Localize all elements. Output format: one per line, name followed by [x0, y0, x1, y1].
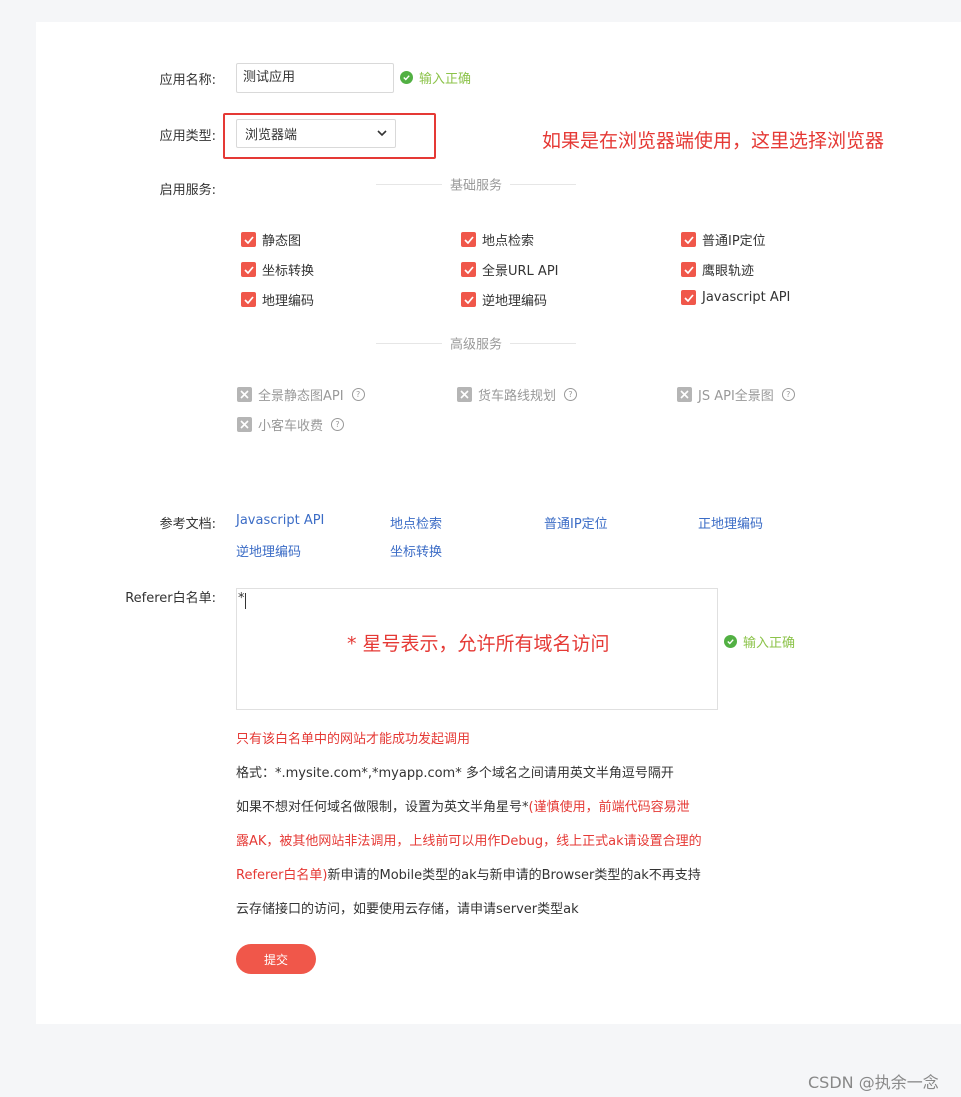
service-checkbox[interactable]: 鹰眼轨迹: [681, 260, 754, 279]
advanced-service-label: 小客车收费: [258, 419, 324, 434]
referer-note-6: 云存储接口的访问，如要使用云存储，请申请server类型ak: [236, 902, 579, 917]
help-icon[interactable]: ?: [351, 388, 365, 401]
app-name-status: 输入正确: [400, 68, 471, 87]
doc-link[interactable]: 逆地理编码: [236, 541, 301, 560]
service-checkbox[interactable]: Javascript API: [681, 290, 790, 305]
doc-link[interactable]: 正地理编码: [698, 513, 763, 532]
form-card: 应用名称: 测试应用 输入正确 应用类型: 浏览器端 如果是在浏览器端使用，这里…: [36, 22, 961, 1024]
app-type-value: 浏览器端: [245, 128, 298, 143]
app-name-input[interactable]: 测试应用: [236, 63, 394, 93]
advanced-service-item: 全景静态图API ?: [237, 385, 365, 404]
help-icon[interactable]: ?: [564, 388, 578, 401]
service-label: 全景URL API: [482, 264, 559, 279]
referer-note-3-normal: 如果不想对任何域名做限制，设置为英文半角星号*: [236, 800, 529, 815]
checkbox-checked-icon: [461, 292, 476, 307]
referer-note-5-warning: Referer白名单): [236, 868, 328, 883]
checkbox-disabled-icon: [237, 387, 252, 402]
referer-note-5-normal: 新申请的Mobile类型的ak与新申请的Browser类型的ak不再支持: [327, 868, 701, 883]
service-checkbox[interactable]: 地点检索: [461, 230, 534, 249]
service-label: Javascript API: [702, 290, 791, 305]
app-type-annotation: 如果是在浏览器端使用，这里选择浏览器: [542, 130, 885, 152]
chevron-down-icon: [377, 126, 387, 141]
check-circle-icon: [724, 635, 737, 648]
checkbox-checked-icon: [241, 262, 256, 277]
service-label: 坐标转换: [262, 264, 315, 279]
basic-services-title: 基础服务: [441, 174, 511, 194]
service-label: 逆地理编码: [482, 294, 548, 309]
doc-link[interactable]: 普通IP定位: [544, 513, 608, 532]
app-name-status-text: 输入正确: [419, 72, 472, 87]
referer-value: *: [238, 591, 245, 606]
doc-link[interactable]: 坐标转换: [390, 541, 442, 560]
checkbox-checked-icon: [241, 232, 256, 247]
checkbox-checked-icon: [681, 232, 696, 247]
referer-annotation: * 星号表示，允许所有域名访问: [347, 633, 610, 655]
help-icon[interactable]: ?: [781, 388, 795, 401]
app-type-select[interactable]: 浏览器端: [236, 119, 396, 148]
submit-button[interactable]: 提交: [236, 944, 316, 974]
service-checkbox[interactable]: 坐标转换: [241, 260, 314, 279]
advanced-service-item: JS API全景图 ?: [677, 385, 795, 404]
service-checkbox[interactable]: 静态图: [241, 230, 301, 249]
text-caret: [245, 593, 246, 609]
service-checkbox[interactable]: 逆地理编码: [461, 290, 547, 309]
referer-status: 输入正确: [724, 632, 795, 651]
referer-label: Referer白名单:: [125, 591, 216, 606]
doc-link[interactable]: Javascript API: [236, 513, 324, 528]
referer-note-3-warning: (谨慎使用，前端代码容易泄: [528, 800, 690, 815]
service-label: 静态图: [262, 234, 302, 249]
service-label: 普通IP定位: [702, 234, 766, 249]
advanced-service-label: JS API全景图: [698, 389, 774, 404]
advanced-service-label: 货车路线规划: [478, 389, 557, 404]
advanced-service-item: 小客车收费 ?: [237, 415, 345, 434]
doc-link[interactable]: 地点检索: [390, 513, 442, 532]
docs-label: 参考文档:: [159, 517, 216, 532]
service-label: 地点检索: [482, 234, 535, 249]
app-type-label: 应用类型:: [159, 129, 216, 144]
service-checkbox[interactable]: 地理编码: [241, 290, 314, 309]
service-label: 鹰眼轨迹: [702, 264, 755, 279]
checkbox-disabled-icon: [457, 387, 472, 402]
help-icon[interactable]: ?: [331, 418, 345, 431]
service-checkbox[interactable]: 普通IP定位: [681, 230, 766, 249]
service-checkbox[interactable]: 全景URL API: [461, 260, 559, 279]
checkbox-disabled-icon: [237, 417, 252, 432]
referer-textarea[interactable]: * * 星号表示，允许所有域名访问: [236, 588, 718, 710]
watermark: CSDN @执余一念: [808, 1073, 939, 1092]
checkbox-checked-icon: [681, 290, 696, 305]
advanced-service-label: 全景静态图API: [258, 389, 344, 404]
referer-note-5: Referer白名单)新申请的Mobile类型的ak与新申请的Browser类型…: [236, 864, 701, 883]
checkbox-disabled-icon: [677, 387, 692, 402]
referer-note-1: 只有该白名单中的网站才能成功发起调用: [236, 732, 471, 747]
check-circle-icon: [400, 71, 413, 84]
advanced-service-item: 货车路线规划 ?: [457, 385, 578, 404]
service-label: 地理编码: [262, 294, 315, 309]
checkbox-checked-icon: [681, 262, 696, 277]
referer-note-2: 格式：*.mysite.com*,*myapp.com* 多个域名之间请用英文半…: [236, 766, 674, 781]
referer-note-4: 露AK，被其他网站非法调用，上线前可以用作Debug，线上正式ak请设置合理的: [236, 834, 702, 849]
advanced-services-title: 高级服务: [441, 333, 511, 353]
services-label: 启用服务:: [159, 183, 216, 198]
app-name-label: 应用名称:: [159, 73, 216, 88]
referer-status-text: 输入正确: [743, 636, 796, 651]
checkbox-checked-icon: [461, 262, 476, 277]
referer-note-3: 如果不想对任何域名做限制，设置为英文半角星号*(谨慎使用，前端代码容易泄: [236, 796, 690, 815]
checkbox-checked-icon: [241, 292, 256, 307]
checkbox-checked-icon: [461, 232, 476, 247]
